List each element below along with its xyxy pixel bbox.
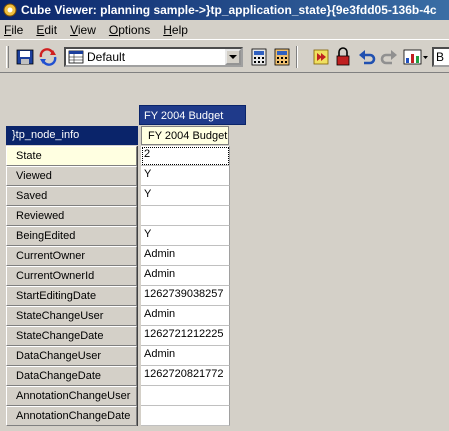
menu-view[interactable]: View xyxy=(70,23,96,37)
chevron-down-icon xyxy=(229,55,237,59)
data-cell[interactable]: Y xyxy=(141,226,230,246)
menu-edit-label: dit xyxy=(44,22,58,37)
menu-help[interactable]: Help xyxy=(163,23,188,37)
menu-options-mnemonic: O xyxy=(108,22,119,37)
secondary-combo[interactable]: B xyxy=(432,47,449,67)
data-cell[interactable] xyxy=(141,406,230,426)
calculator-icon[interactable] xyxy=(250,48,268,66)
view-icon xyxy=(68,50,84,64)
row-header[interactable]: CurrentOwnerId xyxy=(6,266,137,286)
data-cell[interactable]: Admin xyxy=(141,246,230,266)
export-icon[interactable] xyxy=(312,48,330,66)
view-selector[interactable]: Default xyxy=(64,47,243,67)
row-header[interactable]: StateChangeUser xyxy=(6,306,137,326)
view-dropdown-button[interactable] xyxy=(225,49,241,65)
window-title: Cube Viewer: planning sample->}tp_applic… xyxy=(21,3,437,17)
data-cell[interactable]: Y xyxy=(141,186,230,206)
table-row: StateChangeUser Admin xyxy=(6,306,230,326)
lock-icon[interactable] xyxy=(335,47,351,67)
menu-bar: File Edit View Options Help xyxy=(0,20,449,39)
table-row: AnnotationChangeUser xyxy=(6,386,230,406)
data-cell[interactable] xyxy=(141,206,230,226)
redo-icon[interactable] xyxy=(380,49,398,65)
secondary-combo-value: B xyxy=(436,50,445,64)
row-header[interactable]: DataChangeUser xyxy=(6,346,137,366)
row-header[interactable]: Reviewed xyxy=(6,206,137,226)
row-header[interactable]: Saved xyxy=(6,186,137,206)
menu-view-label: iew xyxy=(77,22,96,37)
data-cell[interactable]: Admin xyxy=(141,266,230,286)
menu-edit[interactable]: Edit xyxy=(36,23,57,37)
data-cell[interactable]: 2 xyxy=(141,146,230,166)
table-row: Viewed Y xyxy=(6,166,230,186)
row-header[interactable]: AnnotationChangeUser xyxy=(6,386,137,406)
column-dimension-header[interactable]: FY 2004 Budget xyxy=(139,105,246,125)
row-header[interactable]: StateChangeDate xyxy=(6,326,137,346)
data-cell[interactable]: 1262721212225 xyxy=(141,326,230,346)
menu-help-mnemonic: H xyxy=(163,22,172,37)
menu-view-mnemonic: V xyxy=(70,22,78,37)
row-header[interactable]: Viewed xyxy=(6,166,137,186)
grid-rows: State 2 Viewed Y Saved Y Reviewed BeingEdited Y C… xyxy=(6,146,230,426)
table-row: BeingEdited Y xyxy=(6,226,230,246)
save-icon[interactable] xyxy=(16,49,34,65)
cube-grid-area: FY 2004 Budget }tp_node_info FY 2004 Bud… xyxy=(0,74,449,431)
data-cell[interactable] xyxy=(141,386,230,406)
table-row: DataChangeUser Admin xyxy=(6,346,230,366)
row-header[interactable]: AnnotationChangeDate xyxy=(6,406,137,426)
view-name: Default xyxy=(87,50,126,64)
data-cell[interactable]: 1262739038257 xyxy=(141,286,230,306)
data-cell[interactable]: Admin xyxy=(141,346,230,366)
table-row: CurrentOwner Admin xyxy=(6,246,230,266)
row-header[interactable]: State xyxy=(6,146,137,166)
table-row: StartEditingDate 1262739038257 xyxy=(6,286,230,306)
table-row: DataChangeDate 1262720821772 xyxy=(6,366,230,386)
calculator-alt-icon[interactable] xyxy=(273,48,291,66)
data-cell[interactable]: 1262720821772 xyxy=(141,366,230,386)
menu-file[interactable]: File xyxy=(4,23,23,37)
toolbar-grip[interactable] xyxy=(6,46,9,68)
toolbar: Default B xyxy=(0,39,449,73)
menu-file-label: ile xyxy=(11,22,24,37)
undo-icon[interactable] xyxy=(358,49,376,65)
title-bar: Cube Viewer: planning sample->}tp_applic… xyxy=(0,0,449,20)
toolbar-separator xyxy=(296,46,298,68)
column-element-header[interactable]: FY 2004 Budget xyxy=(141,126,229,145)
table-row: StateChangeDate 1262721212225 xyxy=(6,326,230,346)
table-row: Saved Y xyxy=(6,186,230,206)
table-row: State 2 xyxy=(6,146,230,166)
menu-help-label: elp xyxy=(171,22,188,37)
row-dimension-header[interactable]: }tp_node_info xyxy=(6,126,138,145)
row-header[interactable]: DataChangeDate xyxy=(6,366,137,386)
row-header[interactable]: BeingEdited xyxy=(6,226,137,246)
menu-options[interactable]: Options xyxy=(109,23,150,37)
recalculate-icon[interactable] xyxy=(38,48,58,66)
table-row: AnnotationChangeDate xyxy=(6,406,230,426)
data-cell[interactable]: Y xyxy=(141,166,230,186)
menu-options-label: ptions xyxy=(118,22,151,37)
row-header[interactable]: CurrentOwner xyxy=(6,246,137,266)
table-row: Reviewed xyxy=(6,206,230,226)
data-cell[interactable]: Admin xyxy=(141,306,230,326)
table-row: CurrentOwnerId Admin xyxy=(6,266,230,286)
chart-icon[interactable] xyxy=(403,48,429,66)
row-header[interactable]: StartEditingDate xyxy=(6,286,137,306)
cube-app-icon xyxy=(3,3,17,17)
